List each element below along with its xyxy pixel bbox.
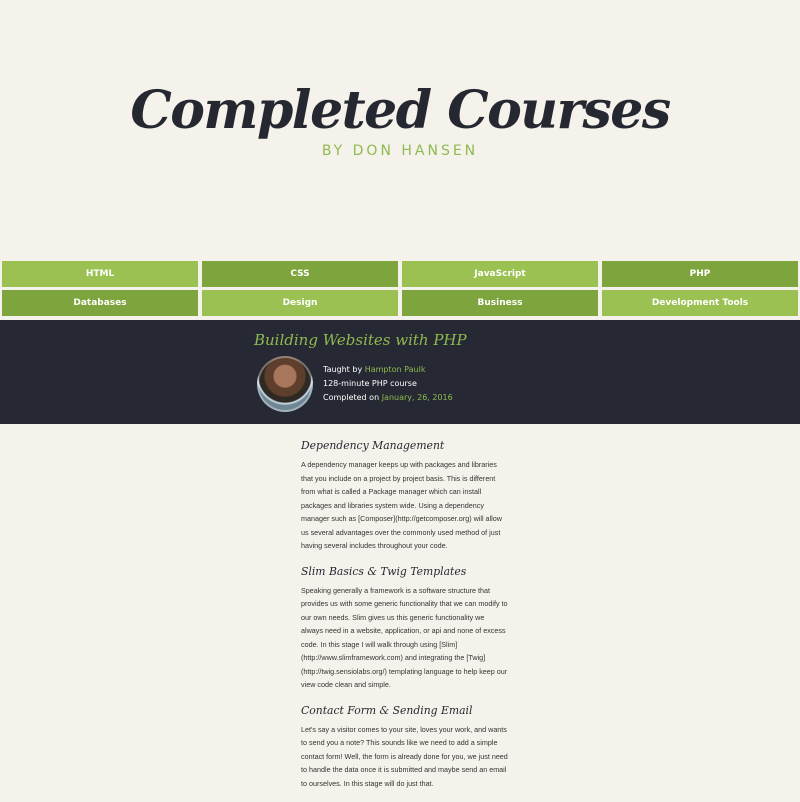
instructor-link[interactable]: Hampton Paulk [365, 365, 426, 374]
stage-title: Slim Basics & Twig Templates [301, 564, 467, 578]
nav-item-databases[interactable]: Databases [2, 290, 198, 316]
stage-description: A dependency manager keeps up with packa… [301, 460, 502, 550]
course-instructor-line: Taught by Hampton Paulk [323, 363, 425, 376]
person-avatar-icon [257, 356, 313, 412]
nav-item-css[interactable]: CSS [202, 261, 398, 287]
taught-by-label: Taught by [323, 365, 365, 374]
course-banner: Building Websites with PHP Taught by Ham… [0, 320, 800, 424]
nav-item-javascript[interactable]: JavaScript [402, 261, 598, 287]
category-navigation: HTML CSS JavaScript PHP Databases Design… [0, 260, 800, 316]
stage-dependency-management: Dependency Management A dependency manag… [301, 439, 508, 553]
page-title: Completed Courses [130, 80, 671, 141]
completed-on-label: Completed on [323, 393, 382, 402]
course-duration: 128-minute PHP course [323, 379, 417, 388]
completed-courses-page: Completed Courses BY DON HANSEN HTML CSS… [0, 0, 800, 788]
stage-contact-form-sending-email: Contact Form & Sending Email Let's say a… [301, 704, 508, 791]
stage-description: Let's say a visitor comes to your site, … [301, 724, 508, 788]
nav-item-development-tools[interactable]: Development Tools [602, 290, 798, 316]
nav-item-html[interactable]: HTML [2, 261, 198, 287]
course-content: Dependency Management A dependency manag… [301, 439, 508, 802]
site-header: Completed Courses BY DON HANSEN [0, 0, 800, 260]
course-completion-line: Completed on January, 26, 2016 [323, 391, 453, 404]
completion-date-link[interactable]: January, 26, 2016 [382, 393, 453, 402]
stage-description: Speaking generally a framework is a soft… [301, 585, 508, 690]
nav-item-design[interactable]: Design [202, 290, 398, 316]
course-title: Building Websites with PHP [254, 331, 467, 349]
author-byline: BY DON HANSEN [321, 143, 479, 159]
nav-item-business[interactable]: Business [402, 290, 598, 316]
stage-title: Dependency Management [301, 439, 445, 452]
stage-slim-basics-twig-templates: Slim Basics & Twig Templates Speaking ge… [301, 565, 508, 692]
nav-item-php[interactable]: PHP [602, 261, 798, 287]
stage-title: Contact Form & Sending Email [301, 703, 473, 717]
